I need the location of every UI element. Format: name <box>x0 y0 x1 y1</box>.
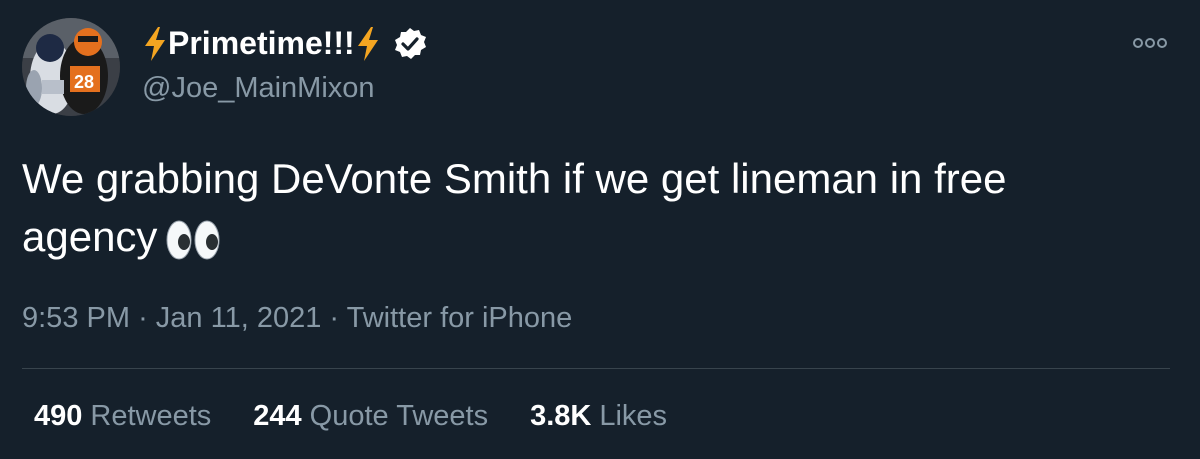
likes-count: 3.8K <box>530 400 592 432</box>
retweets-count: 490 <box>34 400 83 432</box>
tweet-stats: 490 Retweets 244 Quote Tweets 3.8K Likes <box>34 400 709 433</box>
tweet-date[interactable]: Jan 11, 2021 <box>156 302 322 334</box>
quote-tweets-label: Quote Tweets <box>309 400 489 432</box>
tweet-meta: 9:53 PM · Jan 11, 2021 · Twitter for iPh… <box>22 302 572 335</box>
retweets-label: Retweets <box>90 400 212 432</box>
display-name: Primetime!!! <box>168 25 355 61</box>
user-identity: Primetime!!! @Joe_MainMixon <box>142 22 427 105</box>
meta-separator: · <box>138 302 148 334</box>
tweet-source[interactable]: Twitter for iPhone <box>347 302 573 334</box>
verified-badge-icon <box>394 27 426 59</box>
tweet-text: We grabbing DeVonte Smith if we get line… <box>22 150 1152 266</box>
more-options-icon[interactable] <box>1132 36 1168 50</box>
user-handle[interactable]: @Joe_MainMixon <box>142 72 427 105</box>
retweets-stat[interactable]: 490 Retweets <box>34 400 211 433</box>
eyes-emoji-icon <box>166 220 220 260</box>
likes-stat[interactable]: 3.8K Likes <box>530 400 667 433</box>
lightning-bolt-icon <box>357 26 378 61</box>
lightning-bolt-icon <box>145 26 165 61</box>
meta-separator: · <box>329 302 340 334</box>
avatar[interactable]: 28 <box>22 18 120 116</box>
tweet-card: 28 Primetime!!! @Joe_MainMixon We grabbi… <box>0 0 1200 459</box>
quote-tweets-count: 244 <box>253 400 302 432</box>
tweet-time[interactable]: 9:53 PM <box>22 302 130 334</box>
quote-tweets-stat[interactable]: 244 Quote Tweets <box>253 400 488 433</box>
tweet-header: 28 Primetime!!! @Joe_MainMixon <box>22 18 427 116</box>
football-player-avatar-icon: 28 <box>22 18 120 116</box>
display-name-row[interactable]: Primetime!!! <box>142 22 427 66</box>
svg-text:28: 28 <box>74 72 94 92</box>
divider <box>22 368 1170 369</box>
likes-label: Likes <box>599 400 668 432</box>
